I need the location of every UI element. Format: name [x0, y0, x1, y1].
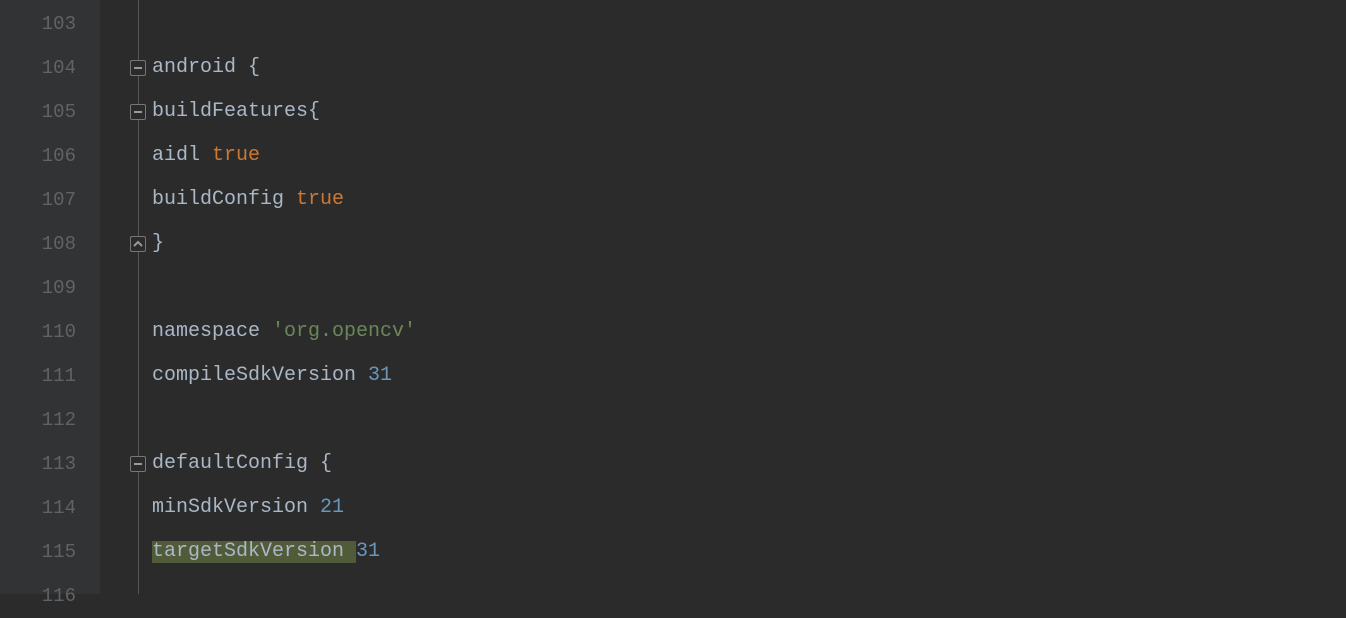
code-token: 31: [368, 366, 392, 386]
fold-cell: [100, 266, 150, 310]
fold-cell: [100, 46, 150, 90]
fold-cell: [100, 486, 150, 530]
code-line[interactable]: [152, 2, 1346, 46]
code-token: {: [248, 58, 260, 78]
fold-cell: [100, 398, 150, 442]
code-line[interactable]: defaultConfig {: [152, 442, 1346, 486]
code-token: aidl: [152, 146, 212, 166]
line-number: 107: [0, 178, 100, 222]
line-number: 113: [0, 442, 100, 486]
code-line[interactable]: [152, 574, 1346, 618]
code-token: buildConfig: [152, 190, 296, 210]
line-number: 112: [0, 398, 100, 442]
line-number: 116: [0, 574, 100, 618]
fold-cell: [100, 530, 150, 574]
fold-collapse-icon[interactable]: [130, 60, 146, 76]
fold-cell: [100, 222, 150, 266]
line-number: 103: [0, 2, 100, 46]
fold-cell: [100, 354, 150, 398]
code-line[interactable]: [152, 266, 1346, 310]
code-token: }: [152, 234, 164, 254]
fold-cell: [100, 310, 150, 354]
code-token: android: [152, 58, 248, 78]
fold-column: [100, 0, 150, 594]
code-token: compileSdkVersion: [152, 366, 368, 386]
code-line[interactable]: [152, 398, 1346, 442]
code-token: 21: [320, 498, 344, 518]
fold-cell: [100, 90, 150, 134]
code-editor[interactable]: 1031041051061071081091101111121131141151…: [0, 0, 1346, 594]
line-number: 111: [0, 354, 100, 398]
code-token: buildFeatures: [152, 102, 308, 122]
fold-cell: [100, 134, 150, 178]
line-number: 108: [0, 222, 100, 266]
code-token: {: [320, 454, 332, 474]
code-line[interactable]: minSdkVersion 21: [152, 486, 1346, 530]
code-line[interactable]: android {: [152, 46, 1346, 90]
fold-cell: [100, 178, 150, 222]
code-area[interactable]: android { buildFeatures{ aidl true build…: [150, 0, 1346, 594]
code-line[interactable]: buildConfig true: [152, 178, 1346, 222]
fold-cell: [100, 574, 150, 618]
code-line[interactable]: buildFeatures{: [152, 90, 1346, 134]
code-token: defaultConfig: [152, 454, 320, 474]
line-number: 114: [0, 486, 100, 530]
line-number: 115: [0, 530, 100, 574]
code-token: {: [308, 102, 320, 122]
fold-collapse-icon[interactable]: [130, 456, 146, 472]
code-token: 31: [356, 542, 380, 562]
code-token: true: [296, 190, 344, 210]
fold-expand-icon[interactable]: [130, 236, 146, 252]
fold-collapse-icon[interactable]: [130, 104, 146, 120]
code-line[interactable]: aidl true: [152, 134, 1346, 178]
line-number: 110: [0, 310, 100, 354]
line-number: 109: [0, 266, 100, 310]
code-token: minSdkVersion: [152, 498, 320, 518]
code-token: namespace: [152, 322, 272, 342]
gutter: 1031041051061071081091101111121131141151…: [0, 0, 100, 594]
code-line[interactable]: compileSdkVersion 31: [152, 354, 1346, 398]
code-line[interactable]: targetSdkVersion 31: [152, 530, 1346, 574]
code-token: true: [212, 146, 260, 166]
code-line[interactable]: namespace 'org.opencv': [152, 310, 1346, 354]
line-number: 104: [0, 46, 100, 90]
fold-cell: [100, 2, 150, 46]
code-token: targetSdkVersion: [152, 541, 356, 563]
line-number: 105: [0, 90, 100, 134]
line-number: 106: [0, 134, 100, 178]
fold-cell: [100, 442, 150, 486]
code-token: 'org.opencv': [272, 322, 416, 342]
code-line[interactable]: }: [152, 222, 1346, 266]
